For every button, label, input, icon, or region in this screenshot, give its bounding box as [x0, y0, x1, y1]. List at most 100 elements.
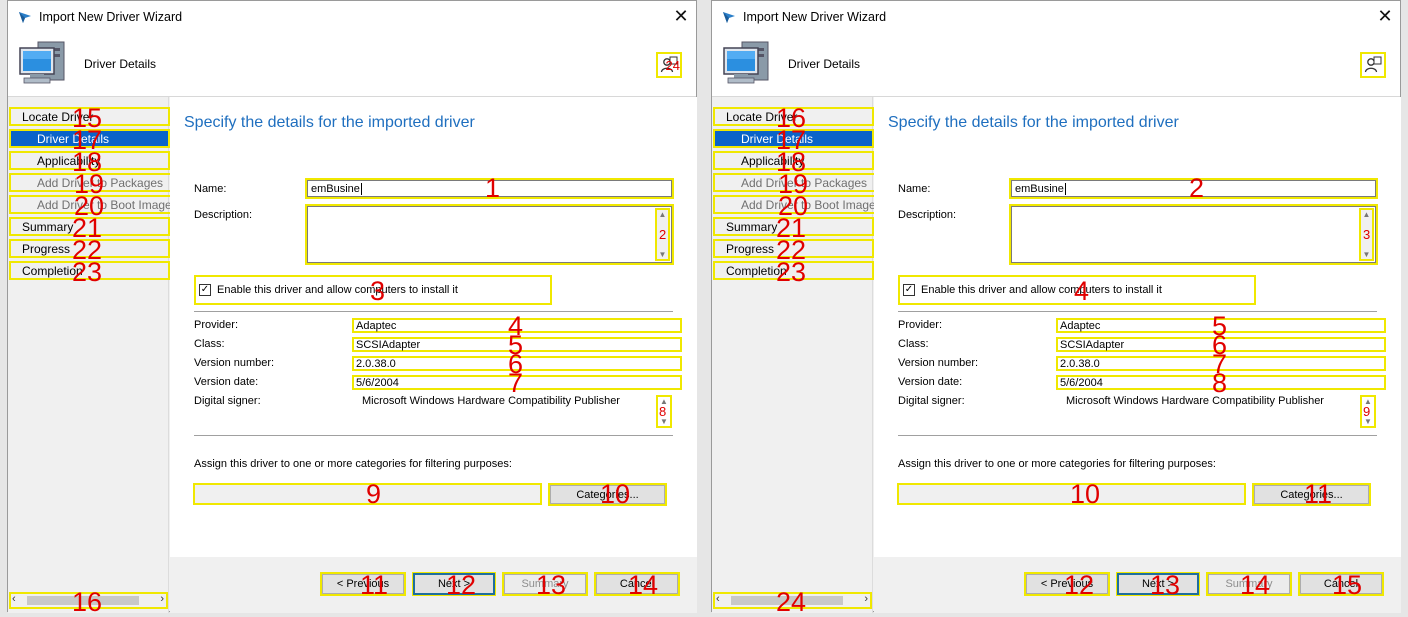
description-textarea[interactable]: ▲ ▼: [305, 204, 674, 265]
checkmark-icon: ✓: [904, 284, 914, 295]
help-button[interactable]: [656, 52, 682, 78]
provider-text: Adaptec: [356, 319, 397, 332]
header-title: Driver Details: [84, 57, 157, 71]
name-label: Name:: [194, 183, 227, 195]
checkmark-icon: ✓: [200, 284, 210, 295]
name-input[interactable]: emBusine: [1009, 178, 1378, 199]
cancel-button[interactable]: Cancel: [594, 572, 680, 596]
nav-item-2[interactable]: Applicability: [713, 151, 874, 170]
version-date-value: 5/6/2004: [352, 375, 682, 390]
header-title: Driver Details: [788, 57, 861, 71]
help-button[interactable]: [1360, 52, 1386, 78]
class-label: Class:: [194, 338, 225, 350]
nav-item-7[interactable]: Completion: [9, 261, 170, 280]
digital-signer-label: Digital signer:: [898, 395, 965, 407]
enable-driver-checkbox-row[interactable]: ✓ Enable this driver and allow computers…: [898, 275, 1256, 305]
scroll-left-icon[interactable]: ‹: [716, 593, 720, 605]
nav-item-2[interactable]: Applicability: [9, 151, 170, 170]
previous-button[interactable]: < Previous: [1024, 572, 1110, 596]
nav-item-5[interactable]: Summary: [713, 217, 874, 236]
description-label: Description:: [194, 209, 253, 221]
provider-value: Adaptec: [352, 318, 682, 333]
close-button[interactable]: ✕: [666, 1, 696, 32]
previous-button[interactable]: < Previous: [320, 572, 406, 596]
nav-item-label: Add Driver to Boot Image: [741, 197, 876, 212]
scroll-right-icon[interactable]: ›: [160, 593, 164, 605]
summary-button-label: Summary: [1225, 578, 1273, 590]
nav-item-1[interactable]: Driver Details: [9, 129, 170, 148]
app-icon: [723, 11, 735, 23]
summary-button[interactable]: Summary: [1206, 572, 1292, 596]
class-label: Class:: [898, 338, 929, 350]
scroll-down-icon[interactable]: ▼: [1363, 250, 1371, 259]
user-help-icon: [660, 56, 678, 73]
description-scrollbar[interactable]: ▲ ▼: [1359, 208, 1374, 261]
description-textarea[interactable]: ▲ ▼: [1009, 204, 1378, 265]
categories-button[interactable]: Categories...: [548, 483, 667, 506]
class-value: SCSIAdapter: [352, 337, 682, 352]
nav-item-4[interactable]: Add Driver to Boot Image: [713, 195, 895, 214]
button-bar: < Previous 12 Next > 13 Summary 14 Cance…: [874, 557, 1401, 613]
enable-driver-checkbox-row[interactable]: ✓ Enable this driver and allow computers…: [194, 275, 552, 305]
name-label: Name:: [898, 183, 931, 195]
version-number-label: Version number:: [898, 357, 979, 369]
text-caret: [360, 182, 362, 195]
categories-field: [897, 483, 1246, 505]
scroll-up-icon[interactable]: ▲: [660, 397, 668, 406]
signer-scrollbar[interactable]: ▲ ▼: [656, 395, 672, 428]
nav-item-5[interactable]: Summary: [9, 217, 170, 236]
cancel-button[interactable]: Cancel: [1298, 572, 1384, 596]
scroll-up-icon[interactable]: ▲: [1364, 397, 1372, 406]
divider: [194, 311, 673, 312]
scroll-up-icon[interactable]: ▲: [659, 210, 667, 219]
close-button[interactable]: ✕: [1370, 1, 1400, 32]
next-button[interactable]: Next >: [412, 572, 496, 596]
scroll-down-icon[interactable]: ▼: [1364, 417, 1372, 426]
enable-driver-checkbox[interactable]: ✓: [903, 284, 915, 296]
wizard-header: Driver Details 24: [8, 32, 696, 97]
version-date-value: 5/6/2004: [1056, 375, 1386, 390]
scroll-thumb[interactable]: [27, 596, 139, 605]
wizard-header: Driver Details: [712, 32, 1400, 97]
scroll-left-icon[interactable]: ‹: [12, 593, 16, 605]
nav-item-label: Applicability: [741, 153, 805, 168]
nav-item-1[interactable]: Driver Details: [713, 129, 874, 148]
title-bar: Import New Driver Wizard ✕: [712, 1, 1400, 32]
next-button-label: Next >: [1141, 578, 1175, 590]
scroll-right-icon[interactable]: ›: [864, 593, 868, 605]
scroll-up-icon[interactable]: ▲: [1363, 210, 1371, 219]
version-date-label: Version date:: [898, 376, 963, 388]
scroll-down-icon[interactable]: ▼: [659, 250, 667, 259]
nav-item-6[interactable]: Progress: [713, 239, 874, 258]
enable-driver-label: Enable this driver and allow computers t…: [921, 284, 1162, 296]
signer-scrollbar[interactable]: ▲ ▼: [1360, 395, 1376, 428]
nav-item-4[interactable]: Add Driver to Boot Image: [9, 195, 191, 214]
enable-driver-checkbox[interactable]: ✓: [199, 284, 211, 296]
computer-icon: [19, 41, 65, 84]
summary-button[interactable]: Summary: [502, 572, 588, 596]
sidebar-horizontal-scrollbar[interactable]: ‹ ›: [9, 592, 168, 609]
scroll-down-icon[interactable]: ▼: [660, 417, 668, 426]
nav-item-7[interactable]: Completion: [713, 261, 874, 280]
description-scrollbar[interactable]: ▲ ▼: [655, 208, 670, 261]
nav-item-label: Summary: [22, 219, 74, 234]
scroll-thumb[interactable]: [731, 596, 843, 605]
sidebar-horizontal-scrollbar[interactable]: ‹ ›: [713, 592, 872, 609]
nav-item-label: Locate Driver: [726, 109, 798, 124]
next-button[interactable]: Next >: [1116, 572, 1200, 596]
nav-item-0[interactable]: Locate Driver: [713, 107, 874, 126]
nav-item-label: Completion: [726, 263, 787, 278]
close-icon: ✕: [1377, 6, 1393, 26]
nav-item-3[interactable]: Add Driver to Packages: [9, 173, 173, 192]
categories-button[interactable]: Categories...: [1252, 483, 1371, 506]
name-input[interactable]: emBusine: [305, 178, 674, 199]
nav-item-0[interactable]: Locate Driver: [9, 107, 170, 126]
version-date-label: Version date:: [194, 376, 259, 388]
provider-value: Adaptec: [1056, 318, 1386, 333]
nav-item-6[interactable]: Progress: [9, 239, 170, 258]
window-title: Import New Driver Wizard: [743, 9, 887, 24]
nav-item-label: Completion: [22, 263, 83, 278]
nav-item-3[interactable]: Add Driver to Packages: [713, 173, 877, 192]
provider-label: Provider:: [898, 319, 943, 331]
version-date-text: 5/6/2004: [356, 376, 399, 389]
